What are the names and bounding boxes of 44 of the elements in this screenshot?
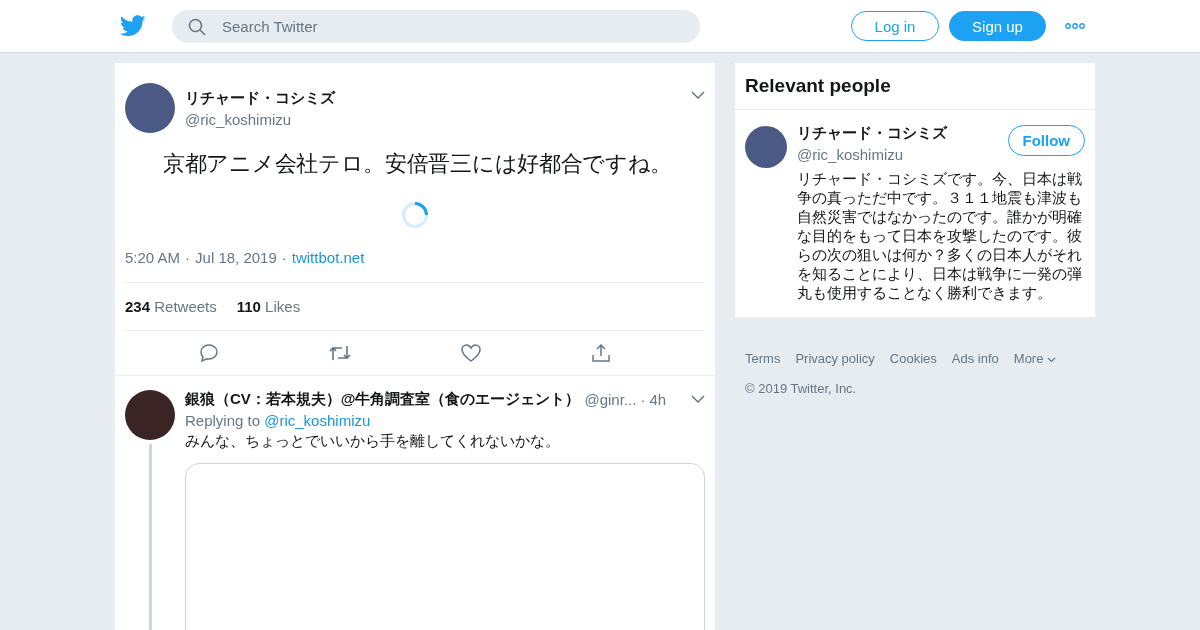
bird-logo-icon[interactable]	[120, 15, 146, 37]
separator-dot: ·	[281, 248, 287, 266]
footer-link[interactable]: Privacy policy	[795, 351, 875, 366]
avatar[interactable]	[125, 389, 175, 440]
user-bio: リチャード・コシミズです。今、日本は戦争の真っただ中です。３１１地震も津波も自然災害ではなかったのです。誰かが明確な目的をもって日本を攻撃したのです。彼らの次の狙いは何か？多くの日本人がそれを知ることにより、日本は戦争に一発の弾丸も使用することなく勝利できます。	[797, 169, 1083, 302]
more-icon[interactable]	[1065, 23, 1085, 29]
search-field[interactable]: Search Twitter	[172, 9, 700, 43]
heart-icon[interactable]	[460, 342, 483, 363]
replying-to: Replying to @ric_koshimizu	[185, 411, 372, 429]
copyright-text: © 2019 Twitter, Inc.	[745, 381, 858, 396]
separator-dot: ·	[640, 390, 646, 408]
mention-link[interactable]: @ric_koshimizu	[264, 411, 371, 429]
card-title: Relevant people	[735, 63, 1095, 110]
tweet-text: 京都アニメ会社テロ。安倍晋三には好都合ですね。	[162, 150, 674, 178]
login-button[interactable]: Log in	[851, 11, 939, 41]
reply-icon[interactable]	[199, 342, 220, 363]
loading-spinner-icon	[401, 200, 429, 229]
user-handle[interactable]: @ric_koshimizu	[185, 111, 335, 128]
user-name[interactable]: リチャード・コシミズ	[797, 124, 947, 143]
share-icon[interactable]	[590, 342, 611, 363]
follow-button[interactable]: Follow	[1007, 125, 1085, 156]
footer-link[interactable]: Cookies	[889, 351, 937, 366]
signup-button[interactable]: Sign up	[949, 11, 1046, 41]
chevron-down-icon	[1047, 357, 1057, 363]
tweet-time: 5:20 AM	[125, 248, 181, 266]
reply-text: みんな、ちょっとでいいから手を離してくれないかな。	[185, 431, 561, 451]
tweet-age: 4h	[649, 390, 667, 408]
avatar[interactable]	[745, 126, 787, 168]
separator-dot: ·	[185, 248, 191, 266]
footer-link[interactable]: More	[1013, 351, 1057, 366]
footer-link[interactable]: Terms	[745, 351, 781, 366]
search-icon	[188, 17, 206, 36]
footer-link[interactable]: Ads info	[951, 351, 999, 366]
user-name[interactable]: 銀狼（CV：若本規夫）@牛角調査室（食のエージェント）	[185, 389, 581, 409]
user-handle[interactable]: @ginr...	[584, 390, 637, 408]
user-handle[interactable]: @ric_koshimizu	[797, 146, 947, 163]
tweet-date: Jul 18, 2019	[195, 248, 277, 266]
chevron-down-icon[interactable]	[691, 395, 705, 404]
avatar[interactable]	[125, 83, 175, 133]
like-count[interactable]: 110 Likes	[236, 297, 301, 315]
retweet-count[interactable]: 234 Retweets	[125, 297, 217, 315]
user-name[interactable]: リチャード・コシミズ	[185, 89, 335, 108]
source-link[interactable]: twittbot.net	[291, 248, 365, 266]
chevron-down-icon[interactable]	[691, 91, 705, 99]
